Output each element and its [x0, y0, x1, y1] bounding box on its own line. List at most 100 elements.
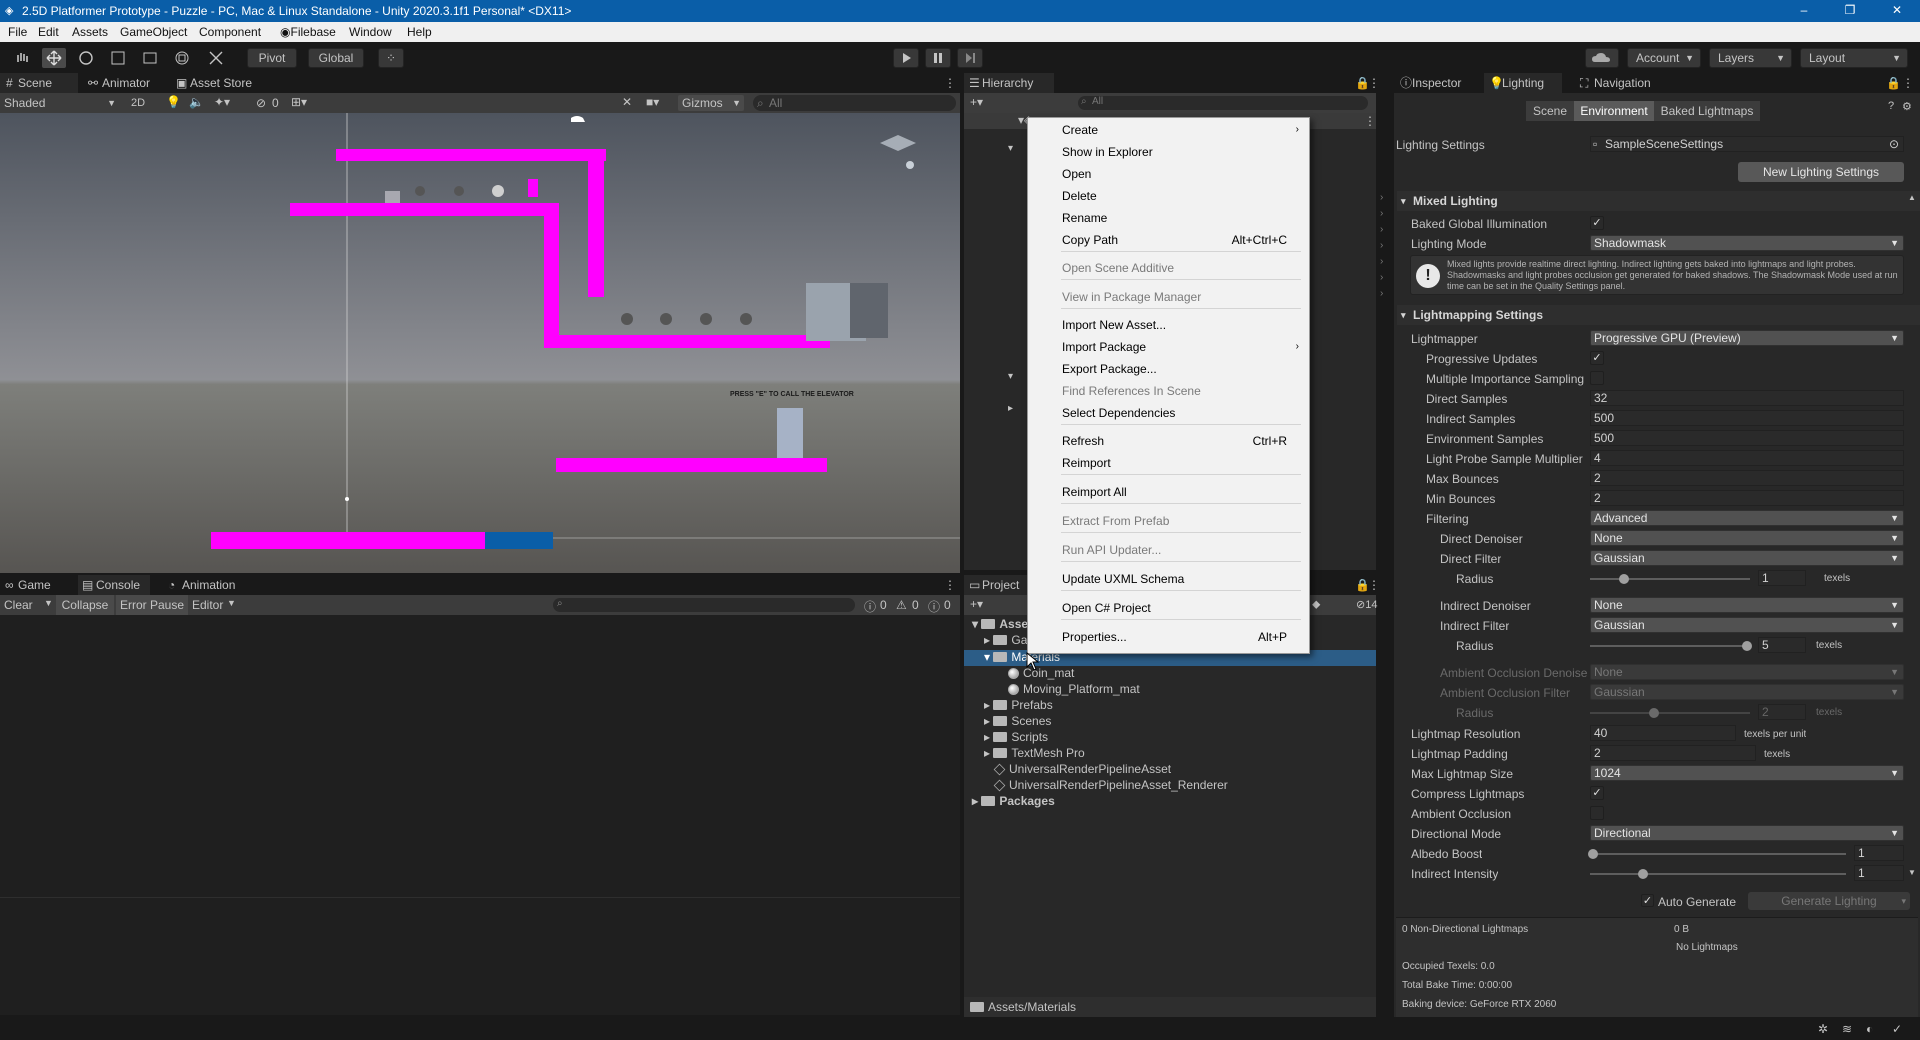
tab-animation[interactable]: ◔ Animation: [164, 575, 248, 595]
effects-icon[interactable]: ✦▾: [214, 95, 230, 109]
tab-animator[interactable]: ⚯ Animator: [84, 73, 160, 93]
tree-item-coin-mat[interactable]: Coin_mat: [1008, 666, 1074, 680]
radius-field[interactable]: 2: [1758, 704, 1806, 720]
inspector-scrollbar[interactable]: ▲ ▼: [1908, 193, 1918, 877]
bug-icon[interactable]: ✲: [1818, 1022, 1828, 1036]
radius-slider-handle[interactable]: [1649, 708, 1659, 718]
kebab-menu-icon[interactable]: ⋮: [944, 76, 956, 90]
albedo-boost-field[interactable]: 1: [1854, 845, 1904, 861]
light-icon[interactable]: 💡: [166, 95, 181, 109]
hidden-packages-icon[interactable]: ⊘14: [1356, 598, 1377, 611]
indirect-intensity-field[interactable]: 1: [1854, 865, 1904, 881]
kebab-menu-icon[interactable]: ⋮: [1902, 76, 1914, 90]
menu-assets[interactable]: Assets: [72, 25, 108, 39]
expand-arrow-icon[interactable]: ▸: [1008, 403, 1013, 414]
expand-arrow-icon[interactable]: ▾: [1008, 371, 1013, 382]
radius-slider[interactable]: [1590, 712, 1750, 714]
scroll-up-icon[interactable]: ▲: [1908, 193, 1916, 202]
audio-icon[interactable]: 🔈: [189, 95, 204, 109]
add-icon[interactable]: +▾: [970, 95, 983, 109]
console-search-input[interactable]: ⌕: [553, 598, 855, 612]
account-dropdown[interactable]: Account ▼: [1627, 48, 1701, 68]
layout-dropdown[interactable]: Layout ▼: [1800, 48, 1908, 68]
menu-component[interactable]: Component: [199, 25, 261, 39]
menu-item-find-references[interactable]: Find References In Scene: [1062, 382, 1302, 400]
lightmap-padding-field[interactable]: 2: [1590, 745, 1756, 761]
scale-tool-icon[interactable]: [106, 48, 130, 68]
subtab-scene[interactable]: Scene: [1526, 101, 1574, 121]
layers-dropdown[interactable]: Layers ▼: [1709, 48, 1792, 68]
pivot-button[interactable]: Pivot: [247, 48, 297, 68]
add-icon[interactable]: +▾: [970, 597, 983, 611]
tree-item-prefabs[interactable]: ▸ Prefabs: [984, 698, 1053, 712]
scene-search-input[interactable]: ⌕ All: [753, 95, 956, 111]
tree-item-game[interactable]: ▸ Ga: [984, 633, 1027, 647]
stack-icon[interactable]: ≋: [1842, 1022, 1852, 1036]
lightmapper-dropdown[interactable]: Progressive GPU (Preview) ▼: [1590, 330, 1904, 346]
menu-filebase[interactable]: ◉Filebase: [280, 25, 336, 39]
lighting-mode-dropdown[interactable]: Shadowmask ▼: [1590, 235, 1904, 251]
menu-item-reimport[interactable]: Reimport: [1062, 454, 1302, 472]
lighting-settings-field[interactable]: ▫ SampleSceneSettings ⊙: [1590, 136, 1904, 152]
menu-item-update-uxml-schema[interactable]: Update UXML Schema: [1062, 570, 1302, 588]
subtab-environment[interactable]: Environment: [1574, 101, 1654, 121]
tab-scene[interactable]: # Scene: [0, 73, 78, 93]
tree-item-scenes[interactable]: ▸ Scenes: [984, 714, 1051, 728]
expand-arrow-icon[interactable]: ▾: [1008, 143, 1013, 154]
rotate-tool-icon[interactable]: [74, 48, 98, 68]
tab-navigation[interactable]: ⛶ Navigation: [1576, 73, 1672, 93]
clear-dropdown[interactable]: Clear ▼: [4, 598, 54, 612]
maximize-icon[interactable]: ❐: [1843, 3, 1857, 17]
compress-lightmaps-checkbox[interactable]: ✓: [1590, 786, 1604, 800]
subtab-baked-lightmaps[interactable]: Baked Lightmaps: [1654, 101, 1760, 121]
tab-asset-store[interactable]: ▣ Asset Store: [172, 73, 262, 93]
generate-lighting-button[interactable]: Generate Lighting ▾: [1748, 892, 1910, 910]
menu-file[interactable]: File: [8, 25, 27, 39]
lightmap-resolution-field[interactable]: 40: [1590, 725, 1736, 741]
directional-mode-dropdown[interactable]: Directional ▼: [1590, 825, 1904, 841]
menu-edit[interactable]: Edit: [38, 25, 59, 39]
indirect-filter-dropdown[interactable]: Gaussian ▼: [1590, 617, 1904, 633]
object-picker-icon[interactable]: ⊙: [1889, 137, 1899, 151]
radius-field[interactable]: 5: [1758, 637, 1806, 653]
tab-inspector[interactable]: ⓘ Inspector: [1394, 73, 1482, 93]
baking-icon[interactable]: ◐: [1866, 1022, 1873, 1036]
move-tool-icon[interactable]: [42, 48, 66, 68]
albedo-boost-slider-handle[interactable]: [1588, 849, 1598, 859]
menu-item-import-new-asset[interactable]: Import New Asset...: [1062, 316, 1302, 334]
radius-slider-handle[interactable]: [1742, 641, 1752, 651]
direct-filter-dropdown[interactable]: Gaussian ▼: [1590, 550, 1904, 566]
indirect-intensity-slider-handle[interactable]: [1638, 869, 1648, 879]
auto-generate-checkbox[interactable]: ✓: [1641, 894, 1654, 907]
collapse-toggle[interactable]: Collapse: [56, 595, 114, 615]
lock-icon[interactable]: 🔒: [1886, 76, 1901, 90]
gizmos-dropdown[interactable]: Gizmos ▼: [678, 95, 744, 111]
kebab-menu-icon[interactable]: ⋮: [1364, 114, 1376, 128]
direct-denoiser-dropdown[interactable]: None ▼: [1590, 530, 1904, 546]
ambient-occlusion-checkbox[interactable]: [1590, 806, 1604, 820]
hidden-objects-icon[interactable]: ⊘: [256, 96, 266, 110]
radius-slider[interactable]: [1590, 578, 1750, 580]
menu-item-export-package[interactable]: Export Package...: [1062, 360, 1302, 378]
favorites-icon[interactable]: ⬥: [1312, 597, 1320, 612]
indirect-intensity-slider[interactable]: [1590, 873, 1846, 875]
menu-item-view-in-package-manager[interactable]: View in Package Manager: [1062, 288, 1302, 306]
step-button[interactable]: [957, 48, 983, 68]
tree-item-packages[interactable]: ▸ Packages: [972, 794, 1055, 808]
menu-item-import-package[interactable]: Import Package: [1062, 338, 1302, 356]
menu-gameobject[interactable]: GameObject: [120, 25, 187, 39]
kebab-menu-icon[interactable]: ⋮: [944, 578, 956, 592]
menu-item-delete[interactable]: Delete: [1062, 187, 1302, 205]
progressive-updates-checkbox[interactable]: ✓: [1590, 351, 1604, 365]
tab-game[interactable]: ∞ Game: [0, 575, 64, 595]
tree-item-urp-asset[interactable]: UniversalRenderPipelineAsset: [993, 762, 1171, 776]
menu-item-extract-from-prefab[interactable]: Extract From Prefab: [1062, 512, 1302, 530]
menu-item-rename[interactable]: Rename: [1062, 209, 1302, 227]
menu-item-open-csharp-project[interactable]: Open C# Project: [1062, 599, 1302, 617]
tab-lighting[interactable]: 💡 Lighting: [1484, 73, 1562, 93]
mixed-lighting-header[interactable]: ▾ Mixed Lighting: [1397, 191, 1920, 211]
tree-item-urp-renderer[interactable]: UniversalRenderPipelineAsset_Renderer: [993, 778, 1228, 792]
indirect-denoiser-dropdown[interactable]: None ▼: [1590, 597, 1904, 613]
tree-item-scripts[interactable]: ▸ Scripts: [984, 730, 1048, 744]
grid-snap-button[interactable]: ⁘: [378, 48, 404, 68]
